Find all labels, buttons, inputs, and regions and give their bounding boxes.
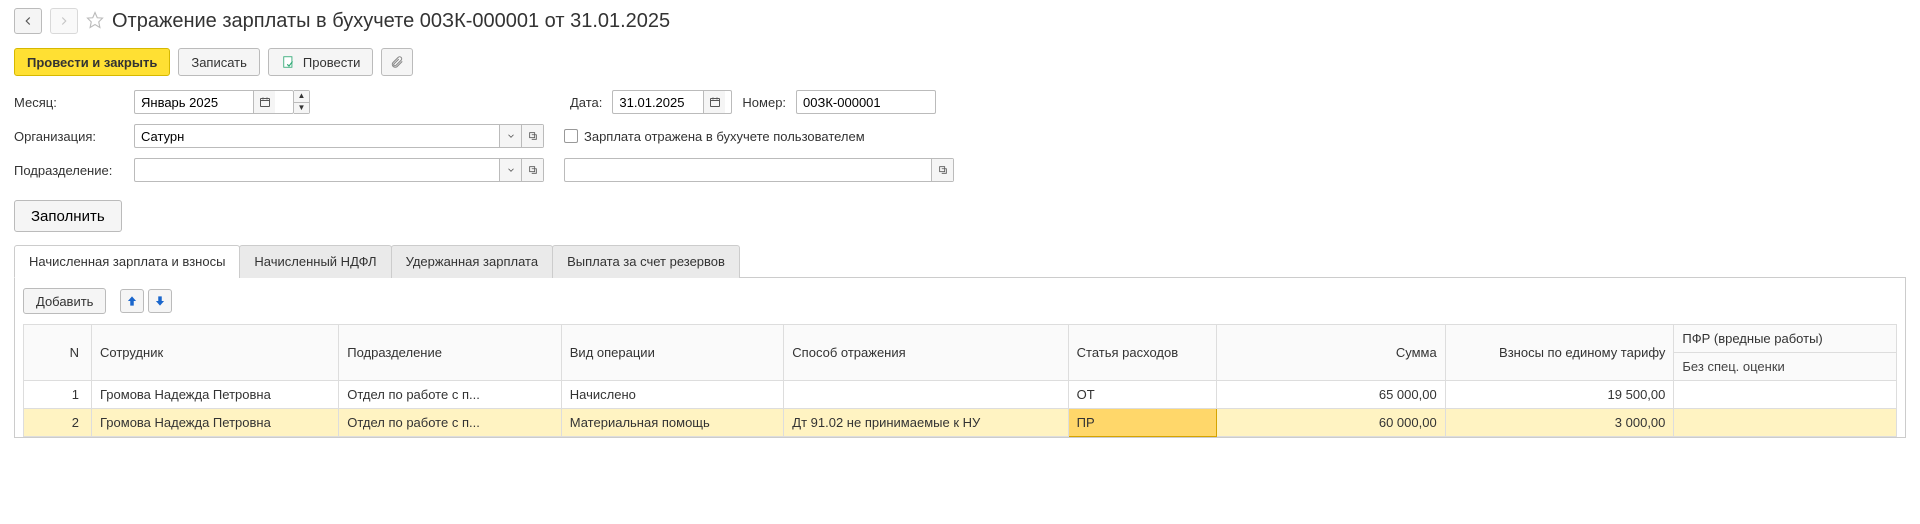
cell-pfr[interactable] (1674, 409, 1897, 437)
cell-contribs[interactable]: 19 500,00 (1445, 381, 1674, 409)
arrow-left-icon (21, 14, 35, 28)
arrow-right-icon (57, 14, 71, 28)
cell-amount[interactable]: 65 000,00 (1216, 381, 1445, 409)
move-up-button[interactable] (120, 289, 144, 313)
number-input[interactable] (797, 91, 927, 113)
nav-back-button[interactable] (14, 8, 42, 34)
dept-label: Подразделение: (14, 163, 124, 178)
post-and-close-button[interactable]: Провести и закрыть (14, 48, 170, 76)
post-button[interactable]: Провести (268, 48, 374, 76)
month-step-down[interactable]: ▼ (294, 103, 309, 114)
date-input[interactable] (613, 91, 703, 113)
cell-n[interactable]: 2 (24, 409, 92, 437)
cell-pfr[interactable] (1674, 381, 1897, 409)
tab-2[interactable]: Удержанная зарплата (391, 245, 553, 278)
col-employee-header[interactable]: Сотрудник (91, 325, 338, 381)
paperclip-icon (389, 54, 405, 70)
cell-op-type[interactable]: Начислено (561, 381, 784, 409)
col-op-type-header[interactable]: Вид операции (561, 325, 784, 381)
number-label: Номер: (742, 95, 786, 110)
col-n-header[interactable]: N (24, 325, 92, 381)
cell-op-type[interactable]: Материальная помощь (561, 409, 784, 437)
dept-input[interactable] (135, 159, 499, 181)
move-down-button[interactable] (148, 289, 172, 313)
month-calendar-button[interactable] (253, 91, 275, 113)
tab-0[interactable]: Начисленная зарплата и взносы (14, 245, 240, 278)
col-pfr-sub-header[interactable]: Без спец. оценки (1674, 353, 1897, 381)
cell-amount[interactable]: 60 000,00 (1216, 409, 1445, 437)
dept-dropdown-button[interactable] (499, 159, 521, 181)
cell-employee[interactable]: Громова Надежда Петровна (91, 381, 338, 409)
post-button-label: Провести (303, 55, 361, 70)
extra-ref-input[interactable] (565, 159, 931, 181)
arrow-up-icon (125, 294, 139, 308)
month-input[interactable] (135, 91, 253, 113)
favorite-star-icon[interactable] (86, 11, 104, 32)
open-ref-icon (938, 165, 948, 175)
nav-forward-button[interactable] (50, 8, 78, 34)
col-expense-item-header[interactable]: Статья расходов (1068, 325, 1216, 381)
reflected-by-user-checkbox[interactable] (564, 129, 578, 143)
cell-n[interactable]: 1 (24, 381, 92, 409)
date-label: Дата: (570, 95, 602, 110)
extra-open-button[interactable] (931, 159, 953, 181)
cell-reflection[interactable] (784, 381, 1068, 409)
table-row[interactable]: 2Громова Надежда ПетровнаОтдел по работе… (24, 409, 1897, 437)
attach-button[interactable] (381, 48, 413, 76)
month-label: Месяц: (14, 95, 124, 110)
open-ref-icon (528, 165, 538, 175)
org-dropdown-button[interactable] (499, 125, 521, 147)
cell-contribs[interactable]: 3 000,00 (1445, 409, 1674, 437)
save-button[interactable]: Записать (178, 48, 260, 76)
dept-open-button[interactable] (521, 159, 543, 181)
calendar-icon (709, 96, 721, 108)
org-open-button[interactable] (521, 125, 543, 147)
col-pfr-header[interactable]: ПФР (вредные работы) (1674, 325, 1897, 353)
org-input[interactable] (135, 125, 499, 147)
cell-employee[interactable]: Громова Надежда Петровна (91, 409, 338, 437)
reflected-by-user-label: Зарплата отражена в бухучете пользовател… (584, 129, 865, 144)
open-ref-icon (528, 131, 538, 141)
post-icon (281, 54, 297, 70)
fill-button[interactable]: Заполнить (14, 200, 122, 232)
col-contribs-header[interactable]: Взносы по единому тарифу (1445, 325, 1674, 381)
page-title: Отражение зарплаты в бухучете 00ЗК-00000… (112, 10, 670, 33)
month-step-up[interactable]: ▲ (294, 91, 309, 103)
col-amount-header[interactable]: Сумма (1216, 325, 1445, 381)
cell-department[interactable]: Отдел по работе с п... (339, 409, 562, 437)
col-reflection-header[interactable]: Способ отражения (784, 325, 1068, 381)
date-calendar-button[interactable] (703, 91, 725, 113)
cell-expense-item[interactable]: ПР (1068, 409, 1216, 437)
chevron-down-icon (506, 165, 516, 175)
cell-expense-item[interactable]: ОТ (1068, 381, 1216, 409)
table-row[interactable]: 1Громова Надежда ПетровнаОтдел по работе… (24, 381, 1897, 409)
org-label: Организация: (14, 129, 124, 144)
tab-1[interactable]: Начисленный НДФЛ (239, 245, 391, 278)
cell-department[interactable]: Отдел по работе с п... (339, 381, 562, 409)
calendar-icon (259, 96, 271, 108)
chevron-down-icon (506, 131, 516, 141)
col-department-header[interactable]: Подразделение (339, 325, 562, 381)
add-row-button[interactable]: Добавить (23, 288, 106, 314)
arrow-down-icon (153, 294, 167, 308)
tab-3[interactable]: Выплата за счет резервов (552, 245, 740, 278)
cell-reflection[interactable]: Дт 91.02 не принимаемые к НУ (784, 409, 1068, 437)
